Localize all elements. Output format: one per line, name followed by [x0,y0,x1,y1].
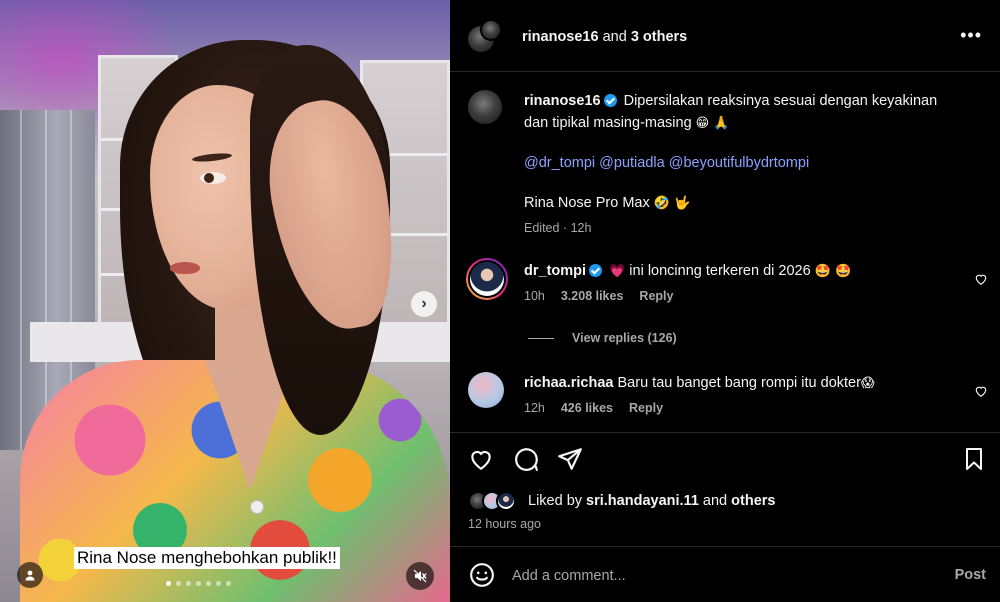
avatar [496,491,516,511]
post-actions: Liked by sri.handayani.11 and others 12 … [450,432,1000,546]
verified-badge-icon [589,264,603,277]
liked-by-others[interactable]: others [731,493,775,509]
comment-icon[interactable] [512,445,540,473]
comment-likes[interactable]: 3.208 likes [561,289,624,303]
heart-icon[interactable] [467,445,495,473]
heart-icon[interactable] [974,384,988,398]
carousel-dot [176,581,181,586]
caption-time: 12h [570,221,592,235]
post-header-title: rinanose16 and 3 others [522,29,687,45]
comment-likes[interactable]: 426 likes [561,401,613,415]
tagline-emojis: 🤣 🤟 [653,196,691,211]
comment-item: dr_tompi 💗 ini loncinng terkeren di 2026… [466,258,1000,328]
caption-mentions: @dr_tompi @putiadla @beyoutifulbydrtompi [524,152,984,174]
liked-by-and: and [702,493,728,509]
comment-body: ini loncinng terkeren di 2026 [629,263,811,279]
caption-line-2: dan tipikal masing-masing [524,115,692,131]
carousel-dot [166,581,171,586]
avatar-secondary[interactable] [480,19,502,41]
caption-emojis: 😁 🙏 [695,116,730,131]
caption-text: rinanose16 Dipersilakan reaksinya sesuai… [524,90,984,135]
comment-body: Baru tau banget bang rompi itu dokter [617,375,861,391]
carousel-dot [206,581,211,586]
carousel-dot [216,581,221,586]
video-overlay-caption: Rina Nose menghebohkan publik!! [74,547,340,569]
comment-author[interactable]: richaa.richaa [524,375,613,391]
comment-text: dr_tompi 💗 ini loncinng terkeren di 2026… [524,260,964,283]
verified-badge-icon [603,94,617,107]
likes-summary: Liked by sri.handayani.11 and others [468,491,775,511]
chevron-right-icon[interactable]: › [411,291,437,317]
person-lips [170,262,200,274]
liked-by-avatars[interactable] [468,491,524,511]
comment-composer: Post [450,546,1000,602]
carousel-dot [226,581,231,586]
person-eye [200,172,226,184]
share-icon[interactable] [556,445,584,473]
speaker-muted-icon[interactable] [406,562,434,590]
comment-heart-emoji: 💗 [609,264,626,279]
mention-link[interactable]: @dr_tompi [524,155,595,171]
post-timestamp: 12 hours ago [468,517,541,531]
comment-input[interactable] [512,565,912,587]
avatar[interactable] [466,258,508,300]
header-others-link[interactable]: 3 others [631,29,687,45]
view-replies-link[interactable]: View replies (126) [572,331,677,345]
view-replies[interactable]: View replies (126) [528,331,677,345]
header-author-link[interactable]: rinanose16 [522,29,599,45]
comment-emojis: 🤩 🤩 [814,264,852,279]
avatar[interactable] [468,90,502,124]
carousel-dots [166,581,231,586]
comment-emojis: 😱 [860,376,875,391]
reply-button[interactable]: Reply [629,401,663,415]
caption-line-1: Dipersilakan reaksinya sesuai dengan key… [623,93,938,109]
post-button[interactable]: Post [955,567,986,583]
comment-meta: 12h 426 likes Reply [524,401,964,415]
comment-text: richaa.richaa Baru tau banget bang rompi… [524,372,964,395]
mention-link[interactable]: @putiadla [599,155,665,171]
caption-tagline: Rina Nose Pro Max 🤣 🤟 [524,192,984,215]
more-icon[interactable]: ••• [960,26,982,44]
heart-icon[interactable] [974,272,988,286]
user-icon[interactable] [17,562,43,588]
liked-by-user[interactable]: sri.handayani.11 [586,493,699,509]
edited-label: Edited [524,221,560,235]
post-media[interactable]: › Rina Nose menghebohkan publik!! [0,0,450,602]
mention-link[interactable]: @beyoutifulbydrtompi [669,155,809,171]
tagline-text: Rina Nose Pro Max [524,195,650,211]
comment-time: 10h [524,289,545,303]
caption-author[interactable]: rinanose16 [524,93,601,109]
liked-by-prefix: Liked by [528,493,583,509]
avatar[interactable] [468,372,504,408]
bookmark-icon[interactable] [960,445,988,473]
reply-button[interactable]: Reply [639,289,673,303]
comment-meta: 10h 3.208 likes Reply [524,289,964,303]
carousel-dot [186,581,191,586]
header-and-text: and [602,29,627,45]
liked-by-text: Liked by sri.handayani.11 and others [528,493,775,509]
post-header: rinanose16 and 3 others ••• [450,0,1000,72]
comment-item: richaa.richaa Baru tau banget bang rompi… [468,372,1000,428]
comment-author[interactable]: dr_tompi [524,263,586,279]
comment-time: 12h [524,401,545,415]
caption-meta: Edited · 12h [524,221,592,235]
carousel-dot [196,581,201,586]
shirt-button [250,500,264,514]
smiley-icon[interactable] [468,561,496,589]
replies-divider [528,337,554,339]
post-side-panel: rinanose16 and 3 others ••• rinanose16 D… [450,0,1000,602]
